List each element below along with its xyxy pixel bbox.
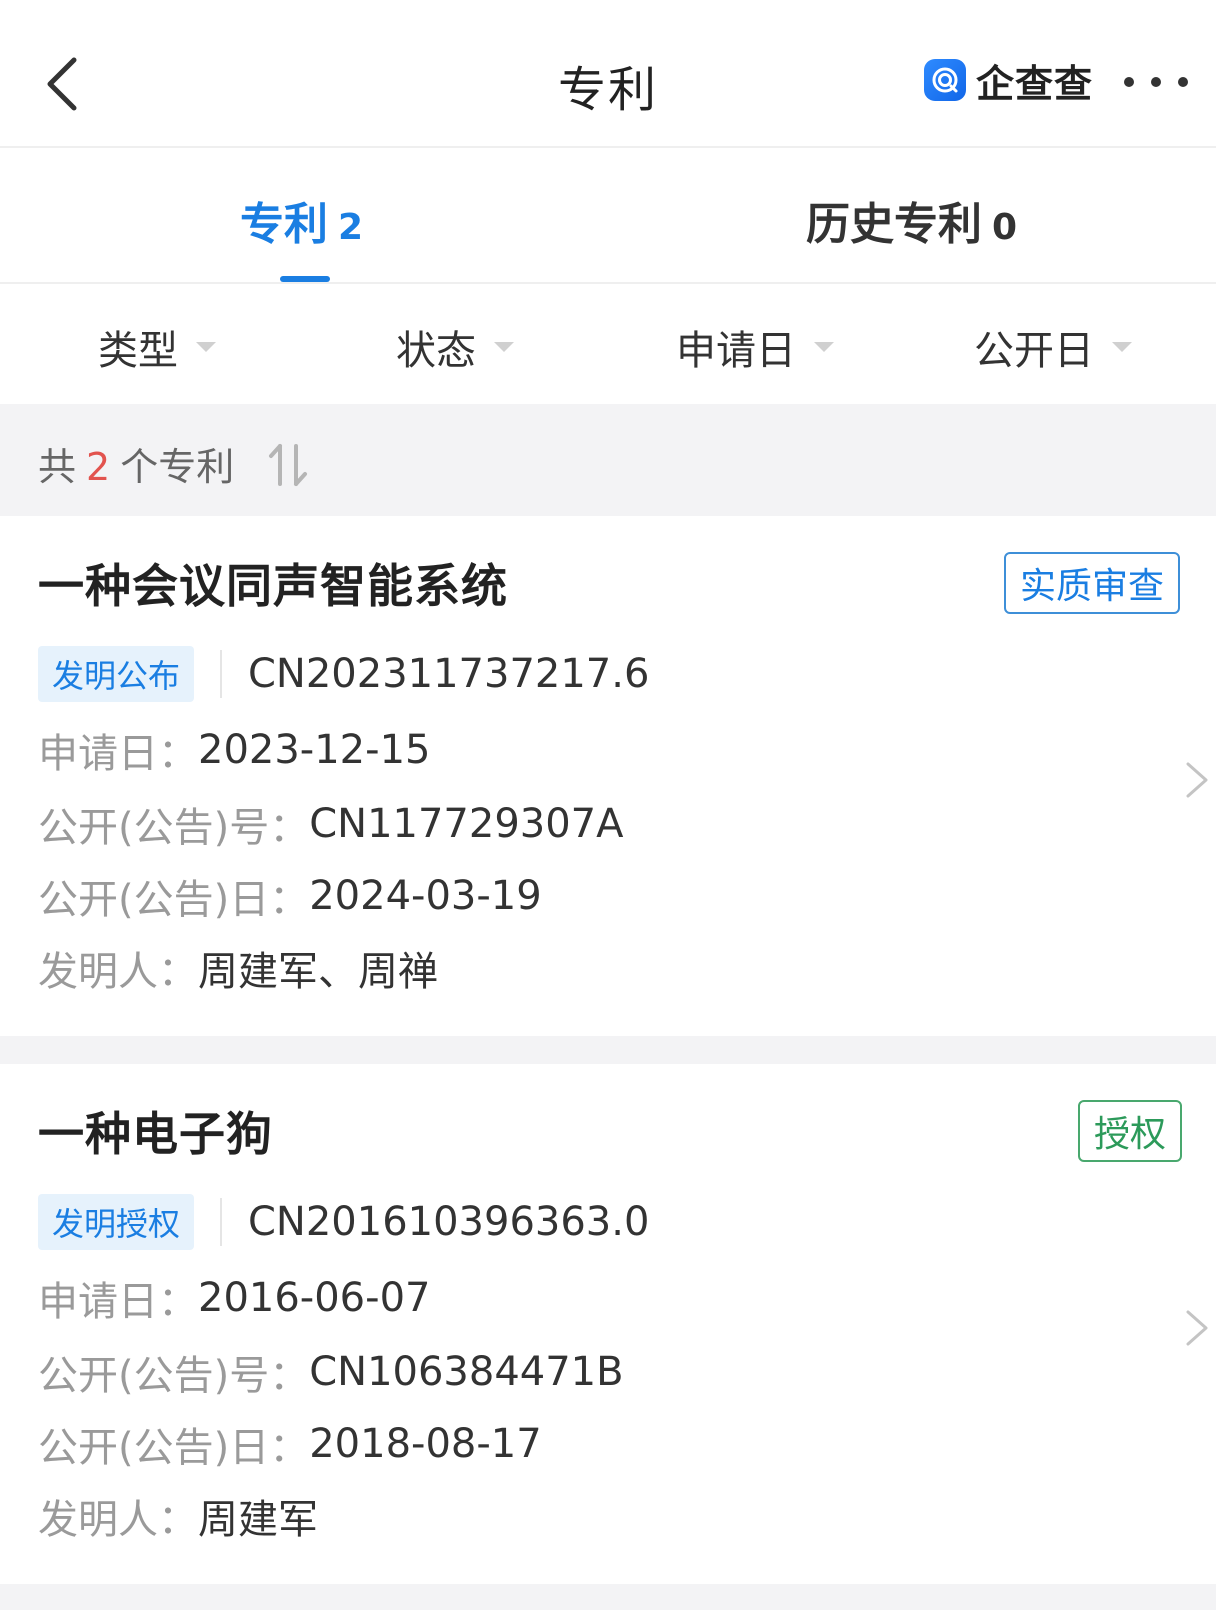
patent-type-tag: 发明公布 [38,646,195,702]
summary-count: 2 [86,445,111,489]
active-tab-indicator [280,276,330,282]
patent-type-tag: 发明授权 [38,1194,195,1250]
patent-title: 一种会议同声智能系统 [38,559,508,613]
filter-label: 类型 [98,328,178,374]
application-number: CN202311737217.6 [248,651,650,697]
tab-count: 2 [338,207,364,248]
divider [220,650,222,698]
brand[interactable]: 企查查 [924,56,1093,106]
inventor-row: 发明人： 周建军 [38,1488,318,1544]
inventors: 周建军、周禅 [198,949,438,995]
inventors: 周建军 [198,1497,318,1543]
field-label: 公开(公告)日： [38,877,310,923]
publication-number: CN106384471B [309,1349,624,1395]
field-label: 公开(公告)号： [38,1353,310,1399]
chevron-right-icon [1186,762,1208,798]
card-separator [0,1036,1216,1064]
filter-application-date[interactable]: 申请日 [676,322,834,374]
field-label: 申请日： [38,1279,198,1325]
filter-label: 申请日 [676,328,796,374]
chevron-right-icon [1186,1310,1208,1346]
summary-prefix: 共 [38,445,77,489]
filter-publication-date[interactable]: 公开日 [974,322,1132,374]
brand-logo-icon [924,59,966,101]
filter-status[interactable]: 状态 [396,322,514,374]
patent-title: 一种电子狗 [38,1107,273,1161]
field-label: 公开(公告)号： [38,805,310,851]
publication-date: 2018-08-17 [309,1421,542,1467]
application-date-row: 申请日： 2016-06-07 [38,1270,430,1326]
application-date-row: 申请日： 2023-12-15 [38,722,430,778]
publication-date-row: 公开(公告)日： 2018-08-17 [38,1416,542,1472]
top-bar: 专利 企查查 [0,0,1216,148]
status-badge: 实质审查 [1004,552,1181,614]
application-number: CN201610396363.0 [248,1199,650,1245]
field-label: 发明人： [38,949,198,995]
more-options-icon[interactable] [1124,72,1188,92]
sort-icon[interactable] [268,442,308,488]
publication-number-row: 公开(公告)号： CN106384471B [38,1344,624,1400]
tab-bar: 专利 2 历史专利 0 [0,150,1216,284]
application-date: 2023-12-15 [198,727,431,773]
result-summary: 共 2 个专利 [0,404,1216,516]
brand-name: 企查查 [976,61,1094,106]
filter-label: 公开日 [974,328,1094,374]
inventor-row: 发明人： 周建军、周禅 [38,940,438,996]
tab-patents[interactable]: 专利 2 [240,188,364,250]
tab-history-patents[interactable]: 历史专利 0 [806,188,1018,250]
field-label: 发明人： [38,1497,198,1543]
summary-suffix: 个专利 [120,445,235,489]
summary-text: 共 2 个专利 [38,436,234,491]
status-badge: 授权 [1078,1100,1183,1162]
patent-card[interactable]: 一种电子狗 授权 发明授权 CN201610396363.0 申请日： 2016… [0,1064,1216,1584]
filter-bar: 类型 状态 申请日 公开日 [0,286,1216,404]
caret-down-icon [196,342,216,352]
bottom-spacer [0,1584,1216,1610]
caret-down-icon [814,342,834,352]
publication-number-row: 公开(公告)号： CN117729307A [38,796,623,852]
application-date: 2016-06-07 [198,1275,431,1321]
field-label: 申请日： [38,731,198,777]
patent-card[interactable]: 一种会议同声智能系统 实质审查 发明公布 CN202311737217.6 申请… [0,516,1216,1036]
caret-down-icon [1112,342,1132,352]
divider [220,1198,222,1246]
tab-label: 专利 [240,199,328,250]
publication-number: CN117729307A [309,801,624,847]
publication-date-row: 公开(公告)日： 2024-03-19 [38,868,542,924]
tab-label: 历史专利 [806,199,982,250]
field-label: 公开(公告)日： [38,1425,310,1471]
caret-down-icon [494,342,514,352]
filter-label: 状态 [396,328,476,374]
publication-date: 2024-03-19 [309,873,542,919]
filter-type[interactable]: 类型 [98,322,216,374]
tab-count: 0 [992,207,1018,248]
